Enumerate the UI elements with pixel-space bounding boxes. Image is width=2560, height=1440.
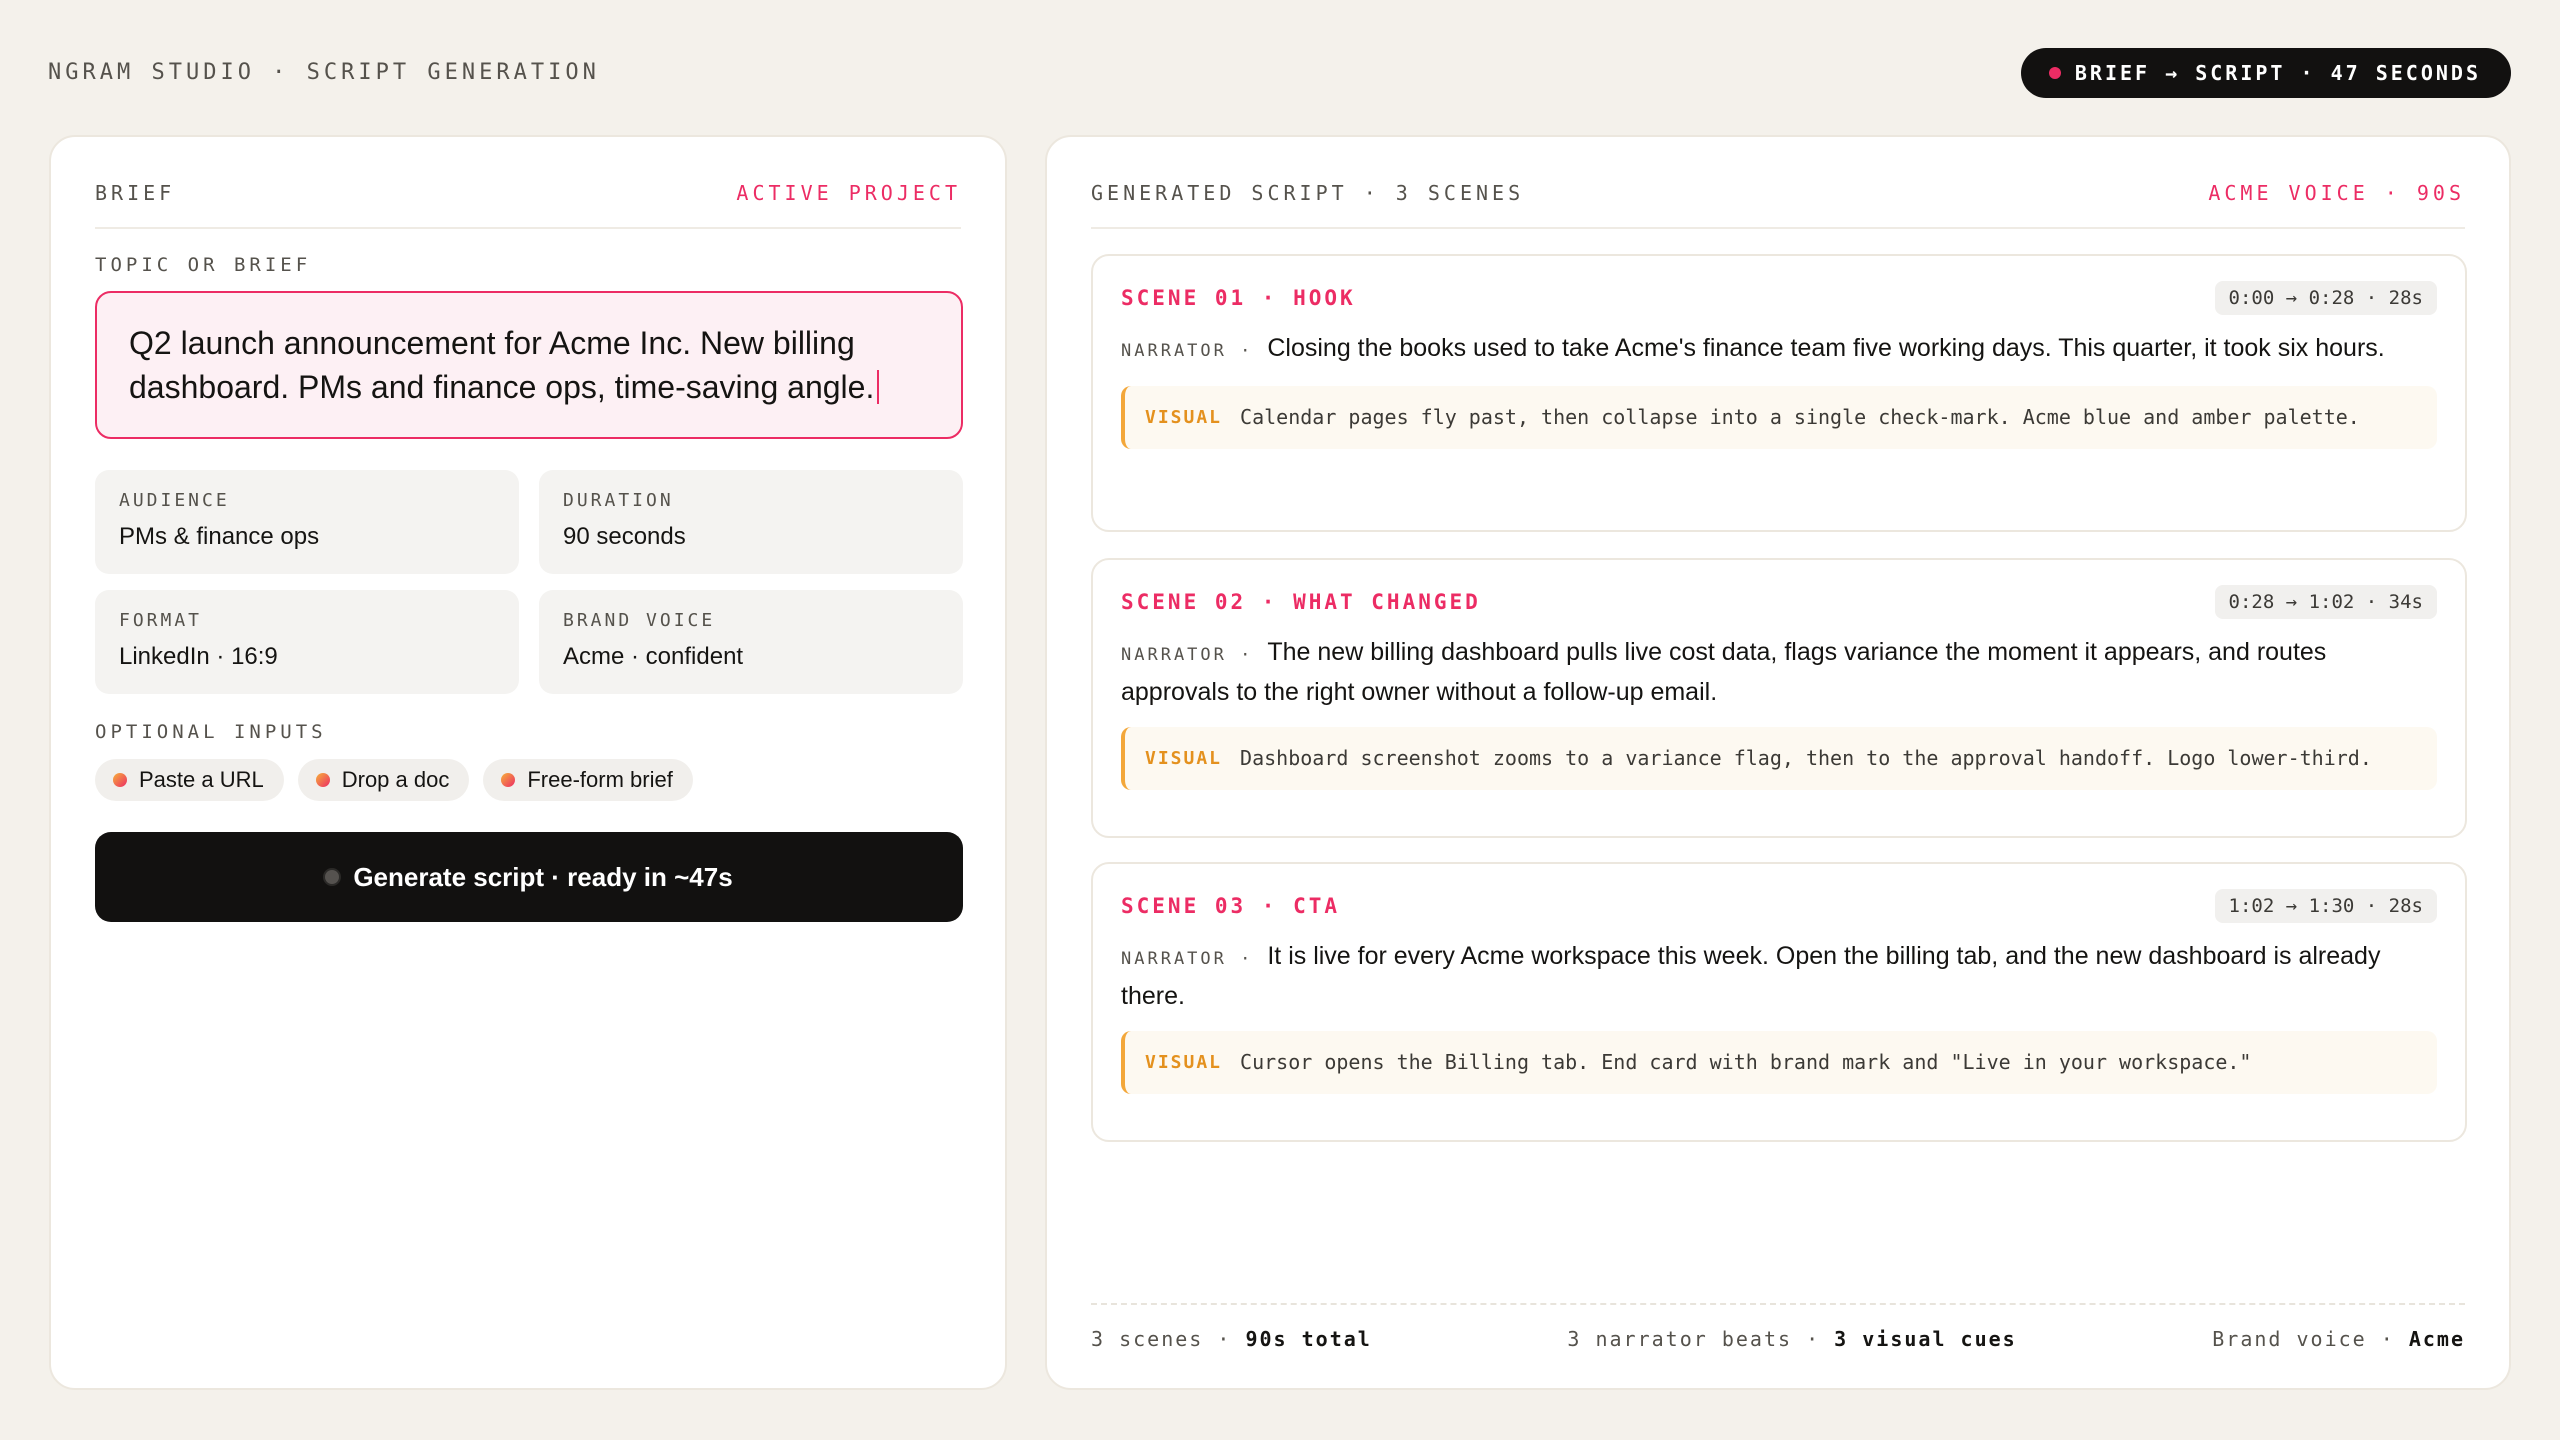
chip-label: Drop a doc: [341, 767, 450, 792]
generate-button-label: Generate script · ready in ~47s: [353, 861, 733, 892]
link-icon: [113, 773, 127, 787]
script-panel: GENERATED SCRIPT · 3 SCENES ACME VOICE ·…: [1045, 135, 2511, 1390]
format-value: LinkedIn · 16:9: [119, 643, 278, 670]
free-form-brief-chip[interactable]: Free-form brief: [483, 759, 693, 801]
visual-cues-count: 3 visual cues: [1834, 1327, 2017, 1351]
narration-text: Closing the books used to take Acme's fi…: [1267, 334, 2385, 362]
brand-voice-footer-label: Brand voice: [2212, 1327, 2367, 1351]
visual-cue: VISUAL Dashboard screenshot zooms to a v…: [1121, 727, 2437, 790]
breadcrumb: NGRAM STUDIO · SCRIPT GENERATION: [48, 60, 600, 85]
voice-duration-badge: ACME VOICE · 90S: [2208, 181, 2465, 205]
spinner-icon: [325, 870, 340, 884]
visual-cue: VISUAL Calendar pages fly past, then col…: [1121, 386, 2437, 449]
brand-voice-value: Acme · confident: [563, 643, 744, 670]
status-text: BRIEF → SCRIPT · 47 SECONDS: [2074, 61, 2481, 85]
beats-summary: 3 narrator beats · 3 visual cues: [1567, 1327, 2017, 1351]
status-dot-icon: [2048, 67, 2061, 79]
visual-tag: VISUAL: [1145, 748, 1223, 769]
status-badge: BRIEF → SCRIPT · 47 SECONDS: [2020, 48, 2511, 98]
topic-input-text: Q2 launch announcement for Acme Inc. New…: [129, 325, 875, 405]
brand-voice-label: BRAND VOICE: [563, 610, 716, 631]
audience-field[interactable]: AUDIENCE PMs & finance ops: [95, 470, 519, 574]
narration-text: The new billing dashboard pulls live cos…: [1121, 638, 2327, 706]
audience-value: PMs & finance ops: [119, 523, 320, 550]
scene-card[interactable]: SCENE 01 · HOOK 0:00 → 0:28 · 28s NARRAT…: [1091, 254, 2467, 532]
audience-label: AUDIENCE: [119, 490, 230, 511]
visual-tag: VISUAL: [1145, 1052, 1223, 1073]
brand-voice-field[interactable]: BRAND VOICE Acme · confident: [539, 590, 963, 694]
script-title: GENERATED SCRIPT · 3 SCENES: [1091, 181, 1525, 205]
script-summary-footer: 3 scenes · 90s total 3 narrator beats · …: [1091, 1303, 2465, 1351]
format-field[interactable]: FORMAT LinkedIn · 16:9: [95, 590, 519, 694]
scene-card[interactable]: SCENE 02 · WHAT CHANGED 0:28 → 1:02 · 34…: [1091, 558, 2467, 838]
scene-timecode: 0:00 → 0:28 · 28s: [2214, 281, 2437, 315]
duration-value: 90 seconds: [563, 523, 686, 550]
text-caret: [877, 370, 880, 404]
brief-panel-header: BRIEF ACTIVE PROJECT: [95, 181, 961, 229]
scene-title: SCENE 01 · HOOK: [1121, 286, 1356, 310]
total-duration: 90s total: [1245, 1327, 1372, 1351]
topic-input[interactable]: Q2 launch announcement for Acme Inc. New…: [95, 291, 963, 439]
scene-title: SCENE 03 · CTA: [1121, 894, 1341, 918]
scene-narration: NARRATOR · Closing the books used to take…: [1121, 330, 2437, 370]
script-panel-header: GENERATED SCRIPT · 3 SCENES ACME VOICE ·…: [1091, 181, 2465, 229]
narrator-tag: NARRATOR ·: [1121, 949, 1254, 969]
duration-label: DURATION: [563, 490, 674, 511]
document-icon: [315, 773, 330, 787]
format-label: FORMAT: [119, 610, 203, 631]
scene-narration: NARRATOR · It is live for every Acme work…: [1121, 938, 2437, 1015]
paste-url-chip[interactable]: Paste a URL: [95, 759, 284, 801]
optional-inputs: Paste a URL Drop a doc Free-form brief: [95, 759, 693, 801]
text-icon: [501, 773, 516, 787]
duration-field[interactable]: DURATION 90 seconds: [539, 470, 963, 574]
voice-summary: Brand voice · Acme: [2212, 1327, 2465, 1351]
visual-tag: VISUAL: [1145, 407, 1223, 428]
chip-label: Free-form brief: [527, 767, 673, 792]
drop-doc-chip[interactable]: Drop a doc: [297, 759, 470, 801]
visual-text: Cursor opens the Billing tab. End card w…: [1240, 1050, 2252, 1074]
scene-timecode: 0:28 → 1:02 · 34s: [2214, 585, 2437, 619]
visual-text: Dashboard screenshot zooms to a variance…: [1240, 746, 2372, 770]
topic-label: TOPIC OR BRIEF: [95, 254, 312, 276]
scene-card[interactable]: SCENE 03 · CTA 1:02 → 1:30 · 28s NARRATO…: [1091, 862, 2467, 1142]
scenes-summary: 3 scenes · 90s total: [1091, 1327, 1372, 1351]
active-project-badge: ACTIVE PROJECT: [736, 181, 961, 205]
narrator-tag: NARRATOR ·: [1121, 341, 1254, 361]
narration-text: It is live for every Acme workspace this…: [1121, 942, 2381, 1010]
narrator-tag: NARRATOR ·: [1121, 645, 1254, 665]
chip-label: Paste a URL: [139, 767, 264, 792]
narrator-beats: 3 narrator beats: [1567, 1327, 1793, 1351]
optional-inputs-label: OPTIONAL INPUTS: [95, 721, 327, 743]
scenes-count: 3 scenes: [1091, 1327, 1204, 1351]
visual-text: Calendar pages fly past, then collapse i…: [1240, 405, 2360, 429]
visual-cue: VISUAL Cursor opens the Billing tab. End…: [1121, 1031, 2437, 1094]
scene-narration: NARRATOR · The new billing dashboard pull…: [1121, 634, 2437, 711]
brand-voice-footer-value: Acme: [2408, 1327, 2465, 1351]
scene-timecode: 1:02 → 1:30 · 28s: [2214, 889, 2437, 923]
brief-title: BRIEF: [95, 181, 176, 205]
scene-title: SCENE 02 · WHAT CHANGED: [1121, 590, 1481, 614]
brief-panel: BRIEF ACTIVE PROJECT TOPIC OR BRIEF Q2 l…: [49, 135, 1007, 1390]
generate-script-button[interactable]: Generate script · ready in ~47s: [95, 832, 963, 922]
